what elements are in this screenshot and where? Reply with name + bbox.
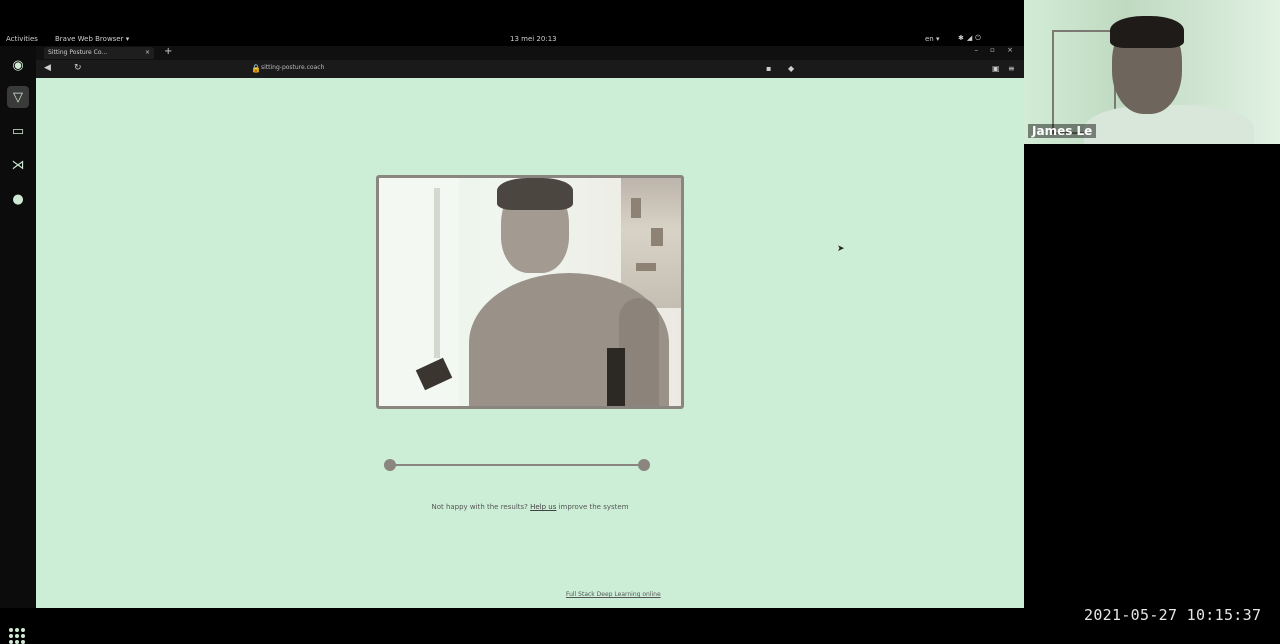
wallet-icon[interactable]: ▣	[992, 64, 1000, 73]
webcam-door	[434, 188, 440, 358]
mouse-cursor-icon: ➤	[837, 244, 845, 254]
address-bar[interactable]: sitting-posture.coach	[261, 64, 324, 71]
chat-icon[interactable]: ●	[7, 188, 29, 210]
language-selector[interactable]: en ▾	[925, 35, 939, 43]
feedback-prefix: Not happy with the results?	[431, 503, 531, 511]
slider-knob-left[interactable]	[384, 459, 396, 471]
webcam-chair	[607, 348, 625, 406]
network-icon[interactable]: ✱	[958, 34, 967, 42]
tab-sitting-posture[interactable]: Sitting Posture Co... ×	[44, 47, 154, 59]
shelf-item	[631, 198, 641, 218]
participant-hair	[1110, 16, 1184, 48]
slider-track[interactable]	[390, 464, 644, 466]
shelf-item	[651, 228, 663, 246]
app-menu[interactable]: Brave Web Browser ▾	[55, 35, 129, 43]
chrome-icon[interactable]: ◉	[7, 54, 29, 76]
participant-video: James Le	[1024, 0, 1280, 144]
lock-icon: 🔒	[251, 64, 261, 73]
show-applications-icon[interactable]	[9, 628, 25, 644]
web-page: Not happy with the results? Help us impr…	[36, 78, 1024, 608]
feedback-suffix: improve the system	[556, 503, 629, 511]
reload-icon[interactable]: ↻	[74, 63, 82, 73]
activities-button[interactable]: Activities	[6, 35, 38, 43]
slider-knob-right[interactable]	[638, 459, 650, 471]
power-icon[interactable]: ⏻	[975, 34, 984, 42]
bookmark-icon[interactable]: ▪	[766, 64, 771, 73]
files-icon[interactable]: ▭	[7, 120, 29, 142]
tab-close-icon[interactable]: ×	[145, 47, 150, 59]
back-icon[interactable]: ◀	[44, 63, 51, 73]
posture-slider[interactable]	[384, 458, 650, 472]
brave-icon[interactable]: ▽	[7, 86, 29, 108]
person-hair	[497, 178, 573, 210]
dock: ◉ ▽ ▭ ⋊ ●	[0, 46, 36, 644]
vscode-icon[interactable]: ⋊	[7, 154, 29, 176]
new-tab-button[interactable]: +	[164, 46, 172, 57]
brave-shields-icon[interactable]: ◆	[788, 64, 794, 73]
volume-icon[interactable]: ◢	[967, 34, 975, 42]
system-clock[interactable]: 13 mei 20:13	[510, 35, 557, 43]
shelf-item	[636, 263, 656, 271]
menu-icon[interactable]: ≡	[1008, 64, 1015, 73]
participant-name: James Le	[1028, 124, 1097, 138]
window-controls[interactable]: – ▫ ×	[974, 46, 1018, 54]
participant-body	[1084, 105, 1254, 144]
browser-tab-bar: Sitting Posture Co... × + – ▫ ×	[36, 46, 1024, 60]
webcam-feed	[376, 175, 684, 409]
recording-timestamp: 2021-05-27 10:15:37	[1084, 606, 1262, 624]
person-arm	[619, 298, 659, 406]
browser-toolbar: ◀ ↻ 🔒 sitting-posture.coach ▪ ◆ ▣ ≡	[36, 60, 1024, 78]
system-top-bar: Activities Brave Web Browser ▾ 13 mei 20…	[0, 32, 1024, 46]
help-us-link[interactable]: Help us	[530, 503, 556, 511]
footer-link[interactable]: Full Stack Deep Learning online	[566, 591, 661, 598]
tab-title: Sitting Posture Co...	[48, 49, 108, 56]
system-tray[interactable]: ✱◢⏻	[958, 34, 984, 43]
feedback-text: Not happy with the results? Help us impr…	[36, 503, 1024, 511]
